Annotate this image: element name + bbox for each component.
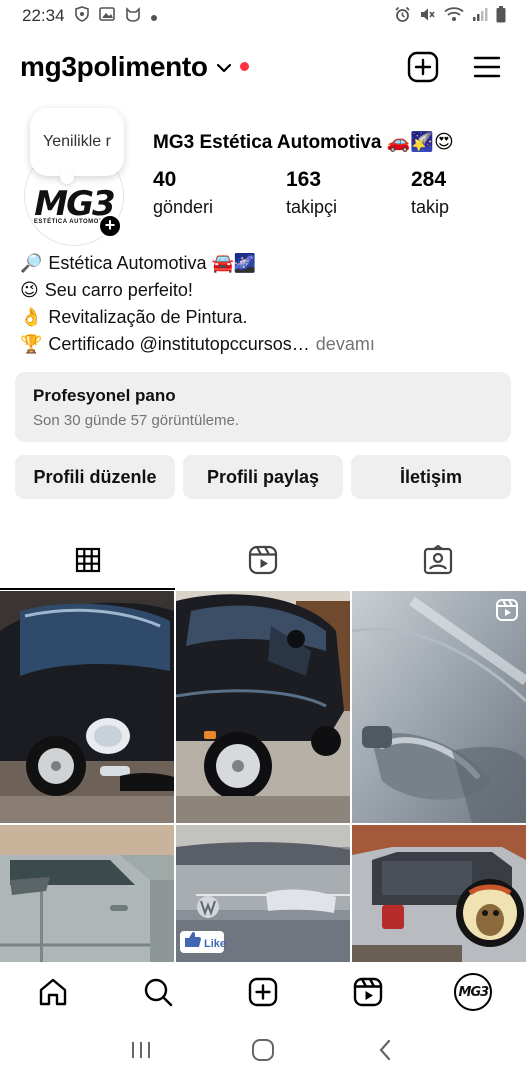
followers-count: 163 [286, 168, 322, 191]
bio-line: 🏆 Certificado @institutopccursos… devamı [20, 331, 510, 358]
alarm-icon [394, 6, 411, 27]
account-switcher[interactable]: mg3polimento [20, 51, 249, 83]
tab-reels[interactable] [175, 530, 350, 590]
post-thumbnail[interactable]: Like [176, 825, 350, 962]
chevron-down-icon[interactable] [216, 60, 232, 78]
bio-text: Seu carro perfeito! [44, 280, 193, 300]
tab-tagged[interactable] [351, 530, 526, 590]
mute-icon [419, 6, 436, 27]
more-link[interactable]: devamı [316, 331, 375, 358]
contact-button[interactable]: İletişim [351, 455, 511, 499]
recent-apps-icon[interactable] [130, 1040, 152, 1060]
home-system-button[interactable] [233, 1025, 293, 1075]
hamburger-menu-icon[interactable] [473, 55, 501, 79]
profile-summary: Yenilikle r MG3 ESTÉTICA AUTOMOTIVA + MG… [18, 108, 508, 246]
battery-icon [496, 5, 506, 27]
nav-home[interactable] [25, 967, 81, 1017]
add-story-button[interactable]: + [98, 214, 122, 238]
share-profile-button[interactable]: Profili paylaş [183, 455, 343, 499]
content-tabs [0, 530, 526, 590]
following-count: 284 [411, 168, 447, 191]
recent-apps-button[interactable] [111, 1025, 171, 1075]
notification-dot [239, 61, 249, 71]
cat-icon [125, 6, 141, 26]
post-thumbnail[interactable] [176, 591, 350, 823]
search-icon[interactable] [143, 977, 173, 1007]
wink-emoji: 😉 [20, 280, 39, 300]
profile-avatar[interactable]: MG3 [454, 973, 493, 1011]
home-icon[interactable] [37, 976, 69, 1008]
username[interactable]: mg3polimento [20, 51, 208, 83]
status-bar: 22:34 [0, 0, 526, 32]
stat-followers[interactable]: 163 takipçi [286, 166, 411, 220]
back-chevron-icon[interactable] [377, 1039, 393, 1061]
image-icon [98, 7, 115, 25]
post-thumbnail[interactable] [352, 825, 526, 962]
bio-text[interactable]: Certificado @institutopccursos… [48, 331, 309, 358]
bio-text: Estética Automotiva 🚘🌌 [48, 253, 257, 273]
bio-line: 😉 Seu carro perfeito! [20, 277, 510, 304]
note-bubble[interactable]: Yenilikle r [30, 108, 124, 184]
followers-label: takipçi [286, 197, 338, 217]
post-thumbnail[interactable] [0, 591, 174, 823]
nav-search[interactable] [130, 967, 186, 1017]
reels-badge-icon [496, 599, 518, 626]
trophy-emoji: 🏆 [20, 334, 43, 354]
nav-profile[interactable]: MG3 [445, 967, 501, 1017]
nav-create[interactable] [235, 967, 291, 1017]
profile-header: mg3polimento [20, 44, 504, 90]
back-button[interactable] [355, 1025, 415, 1075]
professional-dashboard[interactable]: Profesyonel pano Son 30 günde 57 görüntü… [15, 372, 511, 442]
stat-following[interactable]: 284 takip [411, 166, 491, 220]
magnifier-emoji: 🔎 [20, 253, 43, 273]
bio-text: Revitalização de Pintura. [48, 307, 248, 327]
post-thumbnail[interactable] [0, 825, 174, 962]
wifi-icon [444, 6, 464, 26]
post-grid: Like [0, 591, 526, 962]
plus-square-icon[interactable] [407, 51, 439, 83]
post-thumbnail[interactable] [352, 591, 526, 823]
tab-posts[interactable] [0, 530, 176, 590]
display-name: MG3 Estética Automotiva 🚗🌠😍 [153, 132, 454, 153]
avatar-logo: MG3 [34, 184, 115, 224]
reels-icon[interactable] [248, 545, 278, 575]
edit-profile-button[interactable]: Profili düzenle [15, 455, 175, 499]
dashboard-subtitle: Son 30 günde 57 görüntüleme. [33, 412, 239, 429]
note-text: Yenilikle r [43, 133, 111, 150]
nav-avatar-logo: MG3 [458, 984, 490, 1000]
following-label: takip [411, 197, 450, 217]
home-circle-icon[interactable] [251, 1038, 275, 1062]
status-time: 22:34 [22, 6, 65, 25]
create-post-button[interactable] [406, 50, 440, 84]
grid-icon[interactable] [75, 547, 101, 573]
ok-hand-emoji: 👌 [20, 307, 43, 327]
stat-posts[interactable]: 40 gönderi [153, 166, 286, 220]
posts-label: gönderi [153, 197, 214, 217]
create-icon[interactable] [248, 977, 278, 1007]
reels-icon[interactable] [353, 977, 383, 1007]
tagged-icon[interactable] [423, 545, 453, 575]
bottom-navigation: MG3 [0, 964, 526, 1020]
nav-reels[interactable] [340, 967, 396, 1017]
signal-icon [472, 7, 488, 26]
shield-icon [74, 6, 89, 26]
menu-button[interactable] [470, 50, 504, 84]
profile-actions: Profili düzenle Profili paylaş İletişim [15, 455, 511, 499]
like-sticker-text: Like [204, 938, 226, 950]
system-navigation [0, 1020, 526, 1080]
profile-stats: 40 gönderi 163 takipçi 284 takip [153, 166, 493, 220]
dashboard-title: Profesyonel pano [33, 386, 176, 405]
bio: 🔎 Estética Automotiva 🚘🌌 😉 Seu carro per… [20, 250, 510, 358]
bio-line: 🔎 Estética Automotiva 🚘🌌 [20, 250, 510, 277]
dot-icon [150, 8, 157, 25]
bio-line: 👌 Revitalização de Pintura. [20, 304, 510, 331]
posts-count: 40 [153, 168, 177, 191]
